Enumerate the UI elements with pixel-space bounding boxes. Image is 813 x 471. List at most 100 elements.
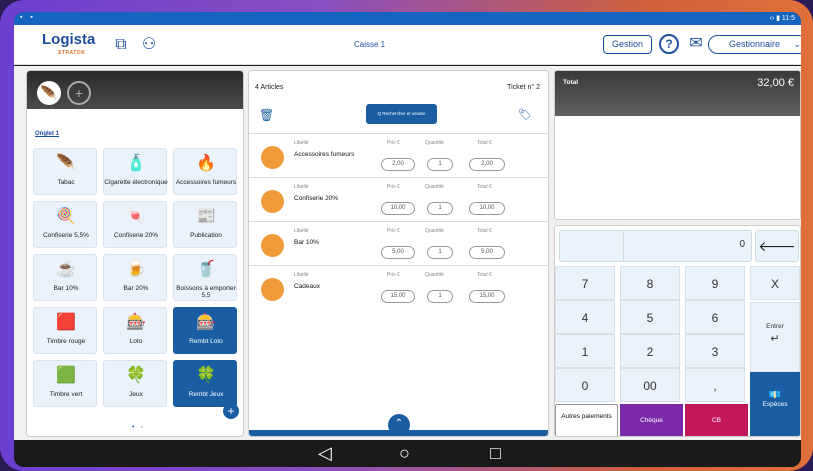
catalog-panel: 🪶 + Onglet 1 🪶 Tabac 🧴 Cigarette électroniq… [26, 70, 244, 437]
catalog-header: 🪶 + [27, 71, 243, 109]
product-tile[interactable]: 🍬 Confiserie 20% [103, 201, 167, 248]
product-tile-label: Accessoires fumeurs [175, 179, 237, 186]
keypad-key[interactable]: 5 [620, 300, 680, 334]
lollipop-icon: 🍭 [56, 208, 76, 225]
price-field[interactable]: 5,00 [381, 246, 415, 259]
quantity-field[interactable]: 1 [427, 202, 453, 215]
qty-header: Quantité [425, 184, 444, 190]
cash-icon: 💶 [768, 390, 782, 401]
ticket-line[interactable]: Libellé Cadeaux Prix € Quantité Total € 15,00… [249, 265, 548, 309]
logo-subtitle: STRATOR [58, 50, 86, 56]
libelle-header: Libellé [294, 228, 309, 234]
multiply-key[interactable]: X [750, 266, 800, 300]
keypad-key[interactable]: 8 [620, 266, 680, 300]
candy-icon: 🍬 [126, 208, 146, 225]
users-network-icon[interactable]: ⚇ [138, 34, 160, 56]
product-tile[interactable]: 🟩 Timbre vert [33, 360, 97, 407]
discount-tag-icon[interactable]: 🏷 [518, 108, 538, 122]
product-tile[interactable]: 🎰 Loto [103, 307, 167, 354]
back-nav-icon[interactable]: ◁ [318, 442, 332, 464]
keypad-key[interactable]: , [685, 368, 745, 402]
keypad-key[interactable]: 00 [620, 368, 680, 402]
product-thumbnail [261, 278, 284, 301]
keypad-key[interactable]: 4 [555, 300, 615, 334]
profile-select[interactable]: Gestionnaire ⌄ [708, 35, 801, 54]
chevron-up-icon[interactable]: ⌃ [388, 414, 410, 436]
product-tile[interactable]: 📰 Publication [173, 201, 237, 248]
product-tile[interactable]: 🍺 Bar 20% [103, 254, 167, 301]
devices-icon[interactable]: ⧉ [110, 34, 132, 56]
product-tile[interactable]: 🔥 Accessoires fumeurs [173, 148, 237, 195]
ticket-line[interactable]: Libellé Confiserie 20% Prix € Quantité Total… [249, 177, 548, 221]
tab-onglet-1[interactable]: Onglet 1 [35, 131, 59, 137]
keypad-key[interactable]: 3 [685, 334, 745, 368]
product-tile[interactable]: ☕ Bar 10% [33, 254, 97, 301]
product-tile-label: Timbre vert [49, 391, 83, 398]
android-nav-bar: ◁ ○ □ [14, 440, 801, 467]
qty-header: Quantité [425, 140, 444, 146]
product-tile-label: Tabac [57, 179, 75, 186]
price-field[interactable]: 2,00 [381, 158, 415, 171]
quantity-field[interactable]: 1 [427, 290, 453, 303]
total-label: Total [563, 79, 579, 86]
add-product-icon[interactable]: + [223, 403, 239, 419]
cb-button[interactable]: CB [685, 404, 748, 436]
product-tile[interactable]: 🍀 Jeux [103, 360, 167, 407]
cheque-button[interactable]: Chèque [620, 404, 683, 436]
keypad-key[interactable]: 0 [555, 368, 615, 402]
cash-button[interactable]: 💶 Espèces [750, 372, 800, 436]
product-tile-label: Cigarette électronique [104, 179, 168, 186]
other-payments-button[interactable]: Autres paiements [555, 404, 618, 436]
product-tile[interactable]: 🍭 Confiserie 5,5% [33, 201, 97, 248]
backspace-icon[interactable]: 🡐 [755, 230, 799, 262]
price-field[interactable]: 15,00 [381, 290, 415, 303]
total-box: Total 32,00 € [554, 70, 801, 220]
ticket-line[interactable]: Libellé Bar 10% Prix € Quantité Total € 5,00 1… [249, 221, 548, 265]
help-icon[interactable]: ? [659, 34, 679, 54]
recents-nav-icon[interactable]: □ [490, 442, 501, 464]
mail-icon[interactable]: ✉ [685, 33, 707, 55]
total-header: Total € [477, 272, 492, 278]
quantity-field[interactable]: 1 [427, 158, 453, 171]
libelle-header: Libellé [294, 184, 309, 190]
product-tile[interactable]: 🪶 Tabac [33, 148, 97, 195]
quantity-field[interactable]: 1 [427, 246, 453, 259]
trash-icon[interactable]: 🗑 [259, 108, 274, 124]
price-header: Prix € [387, 228, 400, 234]
gestion-button[interactable]: Gestion [603, 35, 652, 54]
status-icons-left: ▪ ▪ [20, 14, 36, 21]
product-tile[interactable]: 🎰 Rembt Loto [173, 307, 237, 354]
amount-display[interactable]: 0 [559, 230, 752, 262]
price-header: Prix € [387, 140, 400, 146]
keypad-key[interactable]: 6 [685, 300, 745, 334]
enter-button[interactable]: Entrer ↵ [750, 302, 800, 372]
keypad-key[interactable]: 7 [555, 266, 615, 300]
ticket-panel: 4 Articles Ticket n° 2 🗑 Q Rechercher et… [248, 70, 549, 437]
keypad-key[interactable]: 9 [685, 266, 745, 300]
product-tile-label: Loto [129, 338, 143, 345]
keypad-key[interactable]: 2 [620, 334, 680, 368]
cash-label: Espèces [762, 401, 788, 408]
clover-refund-icon: 🍀 [196, 367, 216, 384]
product-tile[interactable]: 🍀 Rembt Jeux [173, 360, 237, 407]
add-tab-icon[interactable]: + [67, 81, 91, 105]
product-tile-label: Confiserie 5,5% [43, 232, 89, 239]
tab-tobacco-icon[interactable]: 🪶 [37, 81, 61, 105]
screen: ▪ ▪ ‹› ▮ 11:5 Logista STRATOR ⧉ ⚇ Caisse… [14, 12, 801, 467]
stamp-green-icon: 🟩 [56, 367, 76, 384]
product-tile-label: Boissons à emporter 5,5 [176, 285, 236, 299]
search-sell-button[interactable]: Q Rechercher et vendre [366, 104, 437, 124]
ticket-line[interactable]: Libellé Accessoires fumeurs Prix € Quantité… [249, 133, 548, 177]
product-tile[interactable]: 🟥 Timbre rouge [33, 307, 97, 354]
product-tile[interactable]: 🥤 Boissons à emporter 5,5 [173, 254, 237, 301]
status-bar: ▪ ▪ ‹› ▮ 11:5 [14, 12, 801, 25]
line-total-field: 10,00 [469, 202, 505, 215]
lighter-icon: 🔥 [196, 155, 216, 172]
price-field[interactable]: 10,00 [381, 202, 415, 215]
qty-header: Quantité [425, 272, 444, 278]
total-header: Total 32,00 € [555, 71, 800, 116]
home-nav-icon[interactable]: ○ [399, 442, 410, 464]
libelle-header: Libellé [294, 140, 309, 146]
keypad-key[interactable]: 1 [555, 334, 615, 368]
product-tile[interactable]: 🧴 Cigarette électronique [103, 148, 168, 195]
